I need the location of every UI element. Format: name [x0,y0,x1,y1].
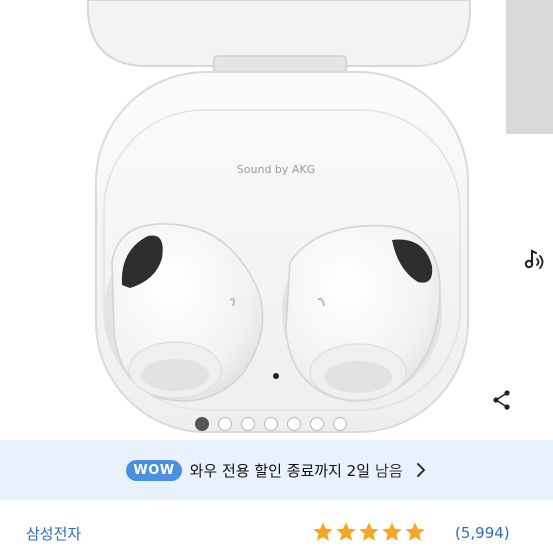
earbuds-case-illustration: Sound by AKG [87,0,471,433]
promo-banner[interactable]: WOW 와우 전용 할인 종료까지 2일 남음 [0,440,553,500]
star-icon [359,522,379,541]
wow-badge: WOW [126,459,182,481]
carousel-dot[interactable] [264,417,278,431]
star-icon [313,522,333,541]
music-note-icon [524,249,544,269]
image-carousel-indicator [195,416,347,432]
star-rating[interactable] [312,521,426,543]
share-button[interactable] [486,384,518,416]
carousel-dot[interactable] [333,417,347,431]
carousel-dot[interactable] [310,417,324,431]
promo-remaining: 남음 [375,461,403,480]
carousel-dot[interactable] [287,417,301,431]
carousel-dot[interactable] [218,417,232,431]
product-image[interactable]: Sound by AKG [0,0,553,440]
seller-name[interactable]: 삼성전자 [26,523,81,544]
promo-text: 와우 전용 할인 종료까지 2일 [189,461,371,480]
carousel-dot[interactable] [195,417,209,431]
star-icon [336,522,356,541]
chevron-right-icon [415,462,427,478]
star-icon [405,522,425,541]
next-image-preview[interactable] [506,0,553,134]
carousel-dot[interactable] [241,417,255,431]
sound-button[interactable] [512,240,552,280]
case-brand-text: Sound by AKG [237,163,315,176]
share-icon [493,390,510,410]
star-icon [382,522,402,541]
review-count[interactable]: (5,994) [455,524,510,542]
